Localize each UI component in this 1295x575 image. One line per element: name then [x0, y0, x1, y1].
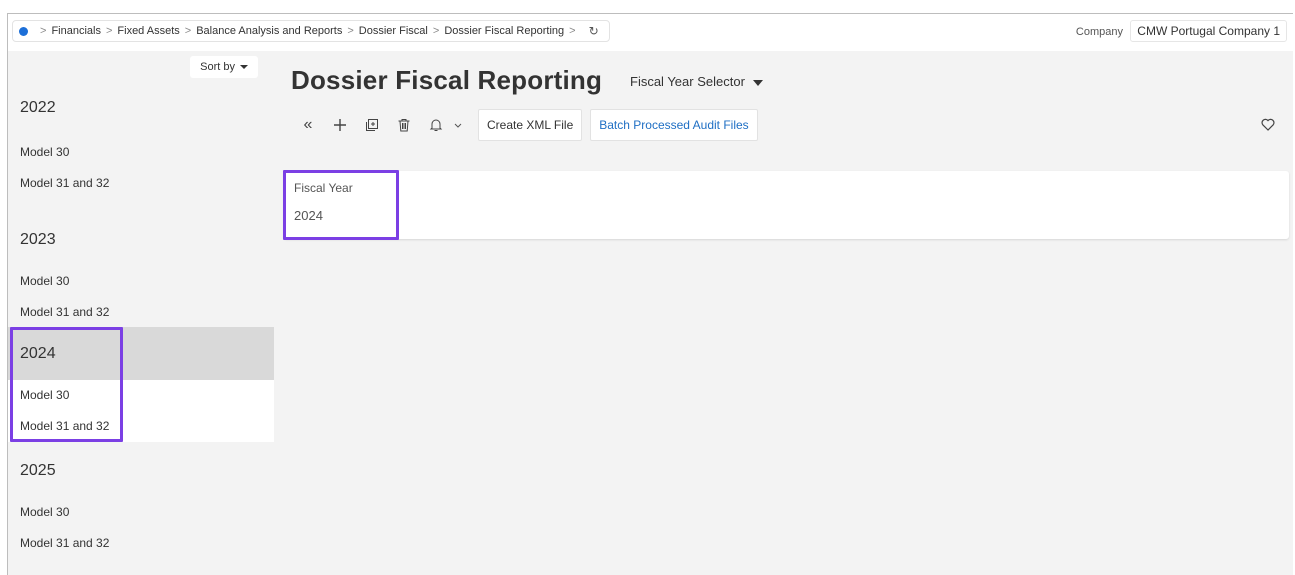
nav-dot-icon[interactable] — [19, 26, 28, 36]
sort-by-button[interactable]: Sort by — [190, 56, 258, 78]
company-selector[interactable]: CMW Portugal Company 1 — [1130, 20, 1287, 42]
company-label: Company — [1075, 26, 1123, 38]
app-window: > Financials > Fixed Assets > Balance An… — [7, 13, 1293, 575]
delete-icon[interactable] — [390, 111, 418, 139]
fiscal-year-value[interactable]: 2024 — [294, 208, 323, 223]
sidebar-item-model-30[interactable]: Model 30 — [8, 497, 274, 528]
breadcrumb-item[interactable]: Balance Analysis and Reports — [196, 25, 342, 37]
chevron-right-icon: > — [569, 25, 576, 37]
fiscal-year-card: Fiscal Year 2024 — [284, 171, 1289, 239]
refresh-icon[interactable]: ↻ — [589, 24, 599, 38]
toolbar: « Create XML File Batch Processed Audit … — [294, 109, 758, 141]
fiscal-year-selector-label: Fiscal Year Selector — [630, 74, 745, 89]
bell-icon[interactable] — [422, 111, 450, 139]
create-xml-button[interactable]: Create XML File — [478, 109, 583, 141]
sidebar-year-2022[interactable]: 2022 — [8, 81, 274, 134]
sidebar-year-2025[interactable]: 2025 — [8, 444, 274, 497]
sidebar-item-model-31-32[interactable]: Model 31 and 32 — [8, 528, 274, 559]
caret-down-icon — [752, 79, 763, 86]
chevron-right-icon: > — [432, 25, 440, 37]
breadcrumb-item[interactable]: Financials — [51, 25, 101, 37]
sidebar-year-2024[interactable]: 2024 — [8, 327, 274, 380]
breadcrumb-item[interactable]: Fixed Assets — [117, 25, 179, 37]
sidebar: Sort by 2022 Model 30 Model 31 and 32 20… — [8, 51, 274, 575]
breadcrumb-item[interactable]: Dossier Fiscal Reporting — [444, 25, 564, 37]
page-title: Dossier Fiscal Reporting — [291, 65, 603, 95]
top-bar: > Financials > Fixed Assets > Balance An… — [8, 14, 1293, 51]
sidebar-item-model-31-32[interactable]: Model 31 and 32 — [8, 297, 274, 328]
add-icon[interactable] — [326, 111, 354, 139]
chevron-right-icon: > — [184, 25, 192, 37]
sidebar-year-2023[interactable]: 2023 — [8, 213, 274, 266]
sort-by-label: Sort by — [200, 61, 235, 73]
breadcrumb: > Financials > Fixed Assets > Balance An… — [12, 20, 610, 42]
fiscal-year-selector[interactable]: Fiscal Year Selector — [630, 74, 763, 89]
caret-down-icon — [240, 65, 248, 70]
chevron-right-icon: > — [40, 25, 47, 37]
chevron-right-icon: > — [105, 25, 113, 37]
collapse-icon[interactable]: « — [294, 111, 322, 139]
duplicate-icon[interactable] — [358, 111, 386, 139]
sidebar-item-model-30[interactable]: Model 30 — [8, 380, 274, 411]
sidebar-item-model-30[interactable]: Model 30 — [8, 137, 274, 168]
fiscal-year-label: Fiscal Year — [294, 181, 353, 195]
favorite-icon[interactable] — [1261, 118, 1275, 136]
batch-processed-audit-files-button[interactable]: Batch Processed Audit Files — [590, 109, 758, 141]
sidebar-item-model-31-32[interactable]: Model 31 and 32 — [8, 411, 274, 442]
sidebar-item-model-30[interactable]: Model 30 — [8, 266, 274, 297]
chevron-down-icon[interactable] — [450, 111, 466, 139]
breadcrumb-item[interactable]: Dossier Fiscal — [359, 25, 428, 37]
main-content: Dossier Fiscal Reporting Fiscal Year Sel… — [274, 51, 1293, 575]
chevron-right-icon: > — [347, 25, 354, 37]
sidebar-item-model-31-32[interactable]: Model 31 and 32 — [8, 168, 274, 199]
